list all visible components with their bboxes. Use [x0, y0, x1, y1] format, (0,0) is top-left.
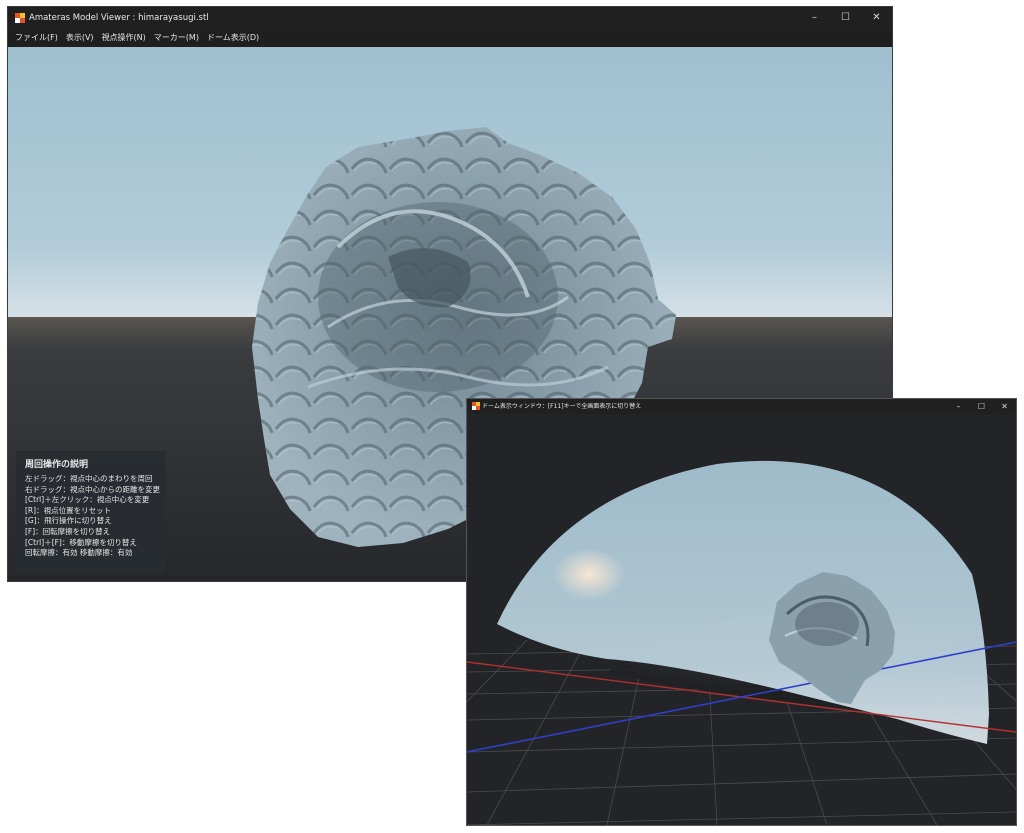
dome-maximize-button[interactable]: ☐ — [970, 399, 993, 414]
help-line: [G]：飛行操作に切り替え — [25, 516, 112, 526]
menu-navigation[interactable]: 視点操作(N) — [98, 29, 150, 47]
dome-titlebar[interactable]: ドーム表示ウィンドウ：[F11]キーで全画面表示に切り替え – ☐ ✕ — [467, 399, 1016, 414]
close-button[interactable]: ✕ — [861, 7, 892, 29]
dome-window: ドーム表示ウィンドウ：[F11]キーで全画面表示に切り替え – ☐ ✕ — [466, 398, 1017, 826]
help-line: [Ctrl]＋左クリック：視点中心を変更 — [25, 495, 150, 505]
menubar: ファイル(F) 表示(V) 視点操作(N) マーカー(M) ドーム表示(D) — [8, 29, 892, 47]
help-line: [R]：視点位置をリセット — [25, 505, 112, 515]
dome-viewport[interactable] — [467, 414, 1016, 825]
help-title: 周回操作の説明 — [25, 460, 89, 470]
menu-file[interactable]: ファイル(F) — [11, 29, 62, 47]
help-line: 回転摩擦：有効 移動摩擦：有効 — [25, 548, 133, 558]
dome-app-icon — [472, 402, 480, 410]
help-line: 左ドラッグ：視点中心のまわりを周回 — [25, 474, 153, 483]
help-line: [Ctrl]＋[F]：移動摩擦を切り替え — [25, 537, 137, 547]
menu-dome[interactable]: ドーム表示(D) — [203, 29, 263, 47]
main-titlebar[interactable]: Amateras Model Viewer : himarayasugi.stl… — [8, 7, 892, 29]
menu-view[interactable]: 表示(V) — [62, 29, 98, 47]
help-line: 右ドラッグ：視点中心からの距離を変更 — [25, 484, 160, 494]
dome-window-title: ドーム表示ウィンドウ：[F11]キーで全画面表示に切り替え — [482, 403, 642, 410]
app-icon — [15, 13, 25, 23]
help-panel: 周回操作の説明 左ドラッグ：視点中心のまわりを周回 右ドラッグ：視点中心からの距… — [16, 451, 166, 573]
dome-scene[interactable] — [467, 414, 1016, 825]
dome-close-button[interactable]: ✕ — [993, 399, 1016, 414]
help-line: [F]：回転摩擦を切り替え — [25, 526, 111, 536]
maximize-button[interactable]: ☐ — [830, 7, 861, 29]
menu-marker[interactable]: マーカー(M) — [150, 29, 203, 47]
window-title: Amateras Model Viewer : himarayasugi.stl — [29, 13, 209, 23]
minimize-button[interactable]: – — [799, 7, 830, 29]
sun-glow — [553, 548, 625, 600]
dome-minimize-button[interactable]: – — [947, 399, 970, 414]
